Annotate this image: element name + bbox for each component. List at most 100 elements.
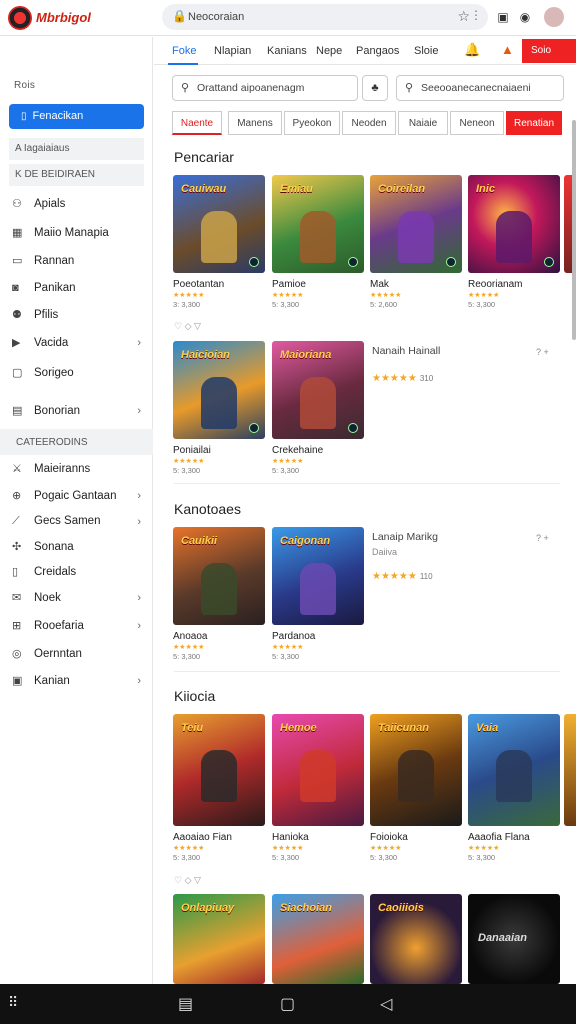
profile-circle-icon[interactable]: ◉ [516, 8, 534, 26]
game-card[interactable]: Emiau Pamioe ★★★★★ 5: 3,300 [272, 175, 364, 309]
game-card[interactable]: Siachoian [272, 894, 364, 984]
info-action[interactable]: ? + [536, 533, 549, 543]
game-name: Poniailai [173, 445, 211, 456]
game-card[interactable]: Vaia Aaaofia Flana ★★★★★ 5: 3,300 [468, 714, 560, 862]
game-card[interactable]: Teiu Aaoaiao Fian ★★★★★ 5: 3,300 [173, 714, 265, 862]
more-icon[interactable]: ⋮ [470, 8, 482, 22]
chip[interactable]: Neoden [342, 111, 396, 135]
sidebar-item[interactable]: ▯ Creidals [12, 565, 147, 585]
game-card-peek[interactable] [564, 714, 576, 826]
game-price: 5: 2,600 [370, 300, 398, 309]
top-bar: Mbrbigol 🔒 Neocoraian ☆ ⋮ ▣ ◉ [0, 0, 576, 36]
thumbnail-title: Siachoian [280, 902, 332, 914]
sidebar-item[interactable]: ▣ Kanian › [12, 674, 147, 694]
sidebar-item[interactable]: ◙ Panikan [12, 282, 147, 302]
hero-figure [300, 563, 336, 615]
filter-button[interactable]: ♣ [362, 75, 388, 101]
tab[interactable]: Foke [172, 45, 196, 57]
game-card[interactable]: Inic Reoorianam ★★★★★ 5: 3,300 [468, 175, 560, 309]
chip[interactable]: Naiaie [398, 111, 448, 135]
game-card[interactable]: Cauiwau Poeotantan ★★★★★ 3: 3,300 [173, 175, 265, 309]
chip[interactable]: Naente [172, 111, 222, 135]
sidebar-item[interactable]: ▭ Rannan [12, 254, 147, 274]
featured-info: Lanaip Marikg Daiiva ★★★★★ 110 [372, 531, 552, 582]
game-card[interactable]: Onlapiuay [173, 894, 265, 984]
sidebar-item[interactable]: ▢ Sorigeo [12, 366, 147, 386]
search-input[interactable]: ⚲ Orattand aipoanenagm [172, 75, 358, 101]
rating-stars: ★★★★★ [372, 571, 417, 582]
sidebar-item[interactable]: ▤ Bonorian › [12, 404, 147, 424]
sidebar-item[interactable]: ⊞ Rooefaria › [12, 619, 147, 639]
game-price: 5: 3,300 [272, 466, 300, 475]
game-rating: ★★★★★ [173, 458, 205, 465]
chip[interactable]: Neneon [450, 111, 504, 135]
star-icon[interactable]: ☆ [457, 8, 470, 25]
game-card[interactable]: Haicioian Poniailai ★★★★★ 5: 3,300 [173, 341, 265, 475]
recent-apps-icon[interactable]: ▤ [178, 994, 193, 1014]
game-thumbnail: Haicioian [173, 341, 265, 439]
game-rating: ★★★★★ [173, 292, 205, 299]
sidebar-item[interactable]: ⟋ Gecs Samen › [12, 515, 147, 535]
info-action[interactable]: ? + [536, 347, 549, 357]
system-nav-bar: ⠿ ▤ ▢ ◁ [0, 984, 576, 1024]
app-logo-icon[interactable] [8, 6, 32, 30]
game-price: 3: 3,300 [173, 300, 201, 309]
sidebar-item[interactable]: ⊕ Pogaic Gantaan › [12, 489, 147, 509]
tab[interactable]: Nepe [316, 45, 342, 57]
sidebar-item[interactable]: ⚇ Apials [12, 197, 147, 217]
search-input-secondary[interactable]: ⚲ Seeooanecanecnaiaeni [396, 75, 564, 101]
scrollbar[interactable] [572, 120, 576, 340]
sidebar-item-label: Gecs Samen [34, 515, 101, 527]
tab-count-icon[interactable]: ▣ [494, 8, 512, 26]
tab[interactable]: Nlapian [214, 45, 251, 57]
hero-figure [300, 750, 336, 802]
sidebar-item[interactable]: ⚔ Maieiranns [12, 462, 147, 482]
sidebar-item[interactable]: ▶ Vacida › [12, 336, 147, 356]
card-icon: ▭ [12, 255, 23, 267]
back-icon[interactable]: ◁ [380, 994, 392, 1014]
more-actions[interactable]: ♡ ◇ ▽ [174, 321, 201, 332]
tab[interactable]: Pangaos [356, 45, 399, 57]
game-card[interactable]: Caoiiiois [370, 894, 462, 984]
chip[interactable]: Pyeokon [284, 111, 340, 135]
badge-icon [446, 257, 456, 267]
game-card[interactable]: Caigonan Pardanoa ★★★★★ 5: 3,300 [272, 527, 364, 661]
game-card[interactable]: Maioriana Crekehaine ★★★★★ 5: 3,300 [272, 341, 364, 475]
camera-icon: ◙ [12, 282, 19, 294]
sidebar-item[interactable]: ✉ Noek › [12, 591, 147, 611]
sidebar-item[interactable]: ▦ Maiio Manapia [12, 226, 147, 246]
avatar[interactable] [544, 7, 564, 27]
tab[interactable]: Kanians [267, 45, 307, 57]
chip-active[interactable]: Renatian [506, 111, 562, 135]
game-card[interactable]: Hemoe Hanioka ★★★★★ 5: 3,300 [272, 714, 364, 862]
fire-icon[interactable]: ▲ [501, 42, 514, 57]
more-actions[interactable]: ♡ ◇ ▽ [174, 875, 201, 886]
chevron-right-icon: › [137, 490, 141, 502]
section-divider [174, 483, 560, 484]
sword-icon: ⚔ [12, 463, 22, 475]
badge-icon [348, 257, 358, 267]
sidebar-item-label: Vacida [34, 337, 69, 349]
apps-grid-icon[interactable]: ⠿ [8, 994, 18, 1011]
sidebar-item[interactable]: ◎ Oernntan [12, 647, 147, 667]
game-card[interactable]: Cauikii Anoaoa ★★★★★ 5: 3,300 [173, 527, 265, 661]
game-card[interactable]: Coireilan Mak ★★★★★ 5: 2,600 [370, 175, 462, 309]
sidebar-item[interactable]: ⚉ Pfilis [12, 308, 147, 328]
game-card[interactable]: Taiicunan Foioioka ★★★★★ 5: 3,300 [370, 714, 462, 862]
thumbnail-title: Onlapiuay [181, 902, 235, 914]
game-rating: ★★★★★ [370, 845, 402, 852]
game-thumbnail: Emiau [272, 175, 364, 273]
sidebar-item[interactable]: ✣ Sonana [12, 540, 147, 560]
sidebar-heading: Rois [14, 80, 36, 91]
game-card[interactable]: Danaaian [468, 894, 560, 984]
home-icon[interactable]: ▢ [280, 994, 295, 1014]
chip[interactable]: Manens [228, 111, 282, 135]
hero-figure [496, 750, 532, 802]
thumbnail-title: Vaia [476, 722, 499, 734]
bell-icon[interactable]: 🔔 [464, 42, 480, 58]
sidebar-item-active[interactable]: ▯ Fenacikan [9, 104, 144, 129]
tab[interactable]: Sloie [414, 45, 438, 57]
red-action-button[interactable]: Soio [522, 39, 576, 63]
game-name: Foioioka [370, 832, 408, 843]
address-search-bar[interactable]: 🔒 Neocoraian ☆ ⋮ [162, 4, 488, 30]
